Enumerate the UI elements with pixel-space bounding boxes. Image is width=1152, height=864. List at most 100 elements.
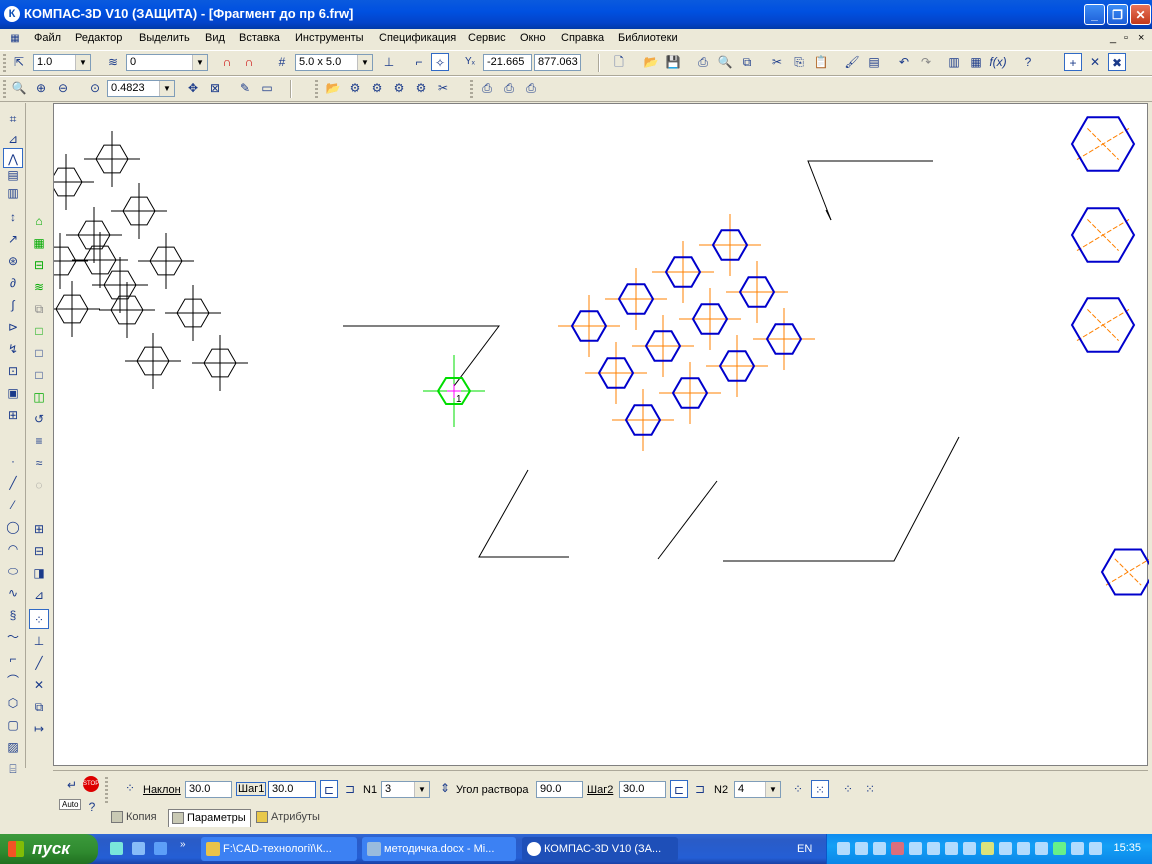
chevron-down-icon[interactable]: ▼ xyxy=(765,782,780,797)
hex-element[interactable] xyxy=(54,154,94,210)
spacing2-mode-icon[interactable]: ⊏ xyxy=(670,780,688,798)
close-button[interactable]: ✕ xyxy=(1130,4,1151,25)
grid-nodes-icon[interactable]: ⁘ xyxy=(789,780,807,798)
hex-element[interactable] xyxy=(585,342,647,404)
mdi-restore-icon[interactable]: ▫ xyxy=(1124,32,1128,44)
point-snap-icon[interactable]: + xyxy=(1064,53,1082,71)
tool-2-icon[interactable]: ↗ xyxy=(3,229,23,249)
shag2-field[interactable]: 30.0 xyxy=(619,781,666,798)
trim-icon[interactable]: ≡ xyxy=(29,431,49,451)
ellipse-icon[interactable]: ⬭ xyxy=(3,561,23,581)
hex-element[interactable] xyxy=(54,281,100,337)
maximize-button[interactable]: ❐ xyxy=(1107,4,1128,25)
hex-element[interactable] xyxy=(66,207,122,263)
tool-8-icon[interactable]: ⊡ xyxy=(3,361,23,381)
tool-d-icon[interactable]: ⊿ xyxy=(29,585,49,605)
tool-h-icon[interactable]: ⧉ xyxy=(29,697,49,717)
point-icon[interactable]: · xyxy=(3,451,23,471)
drawing-svg[interactable]: 1 xyxy=(54,104,1149,767)
hex-element[interactable] xyxy=(652,241,714,303)
tool-4-icon[interactable]: ∂ xyxy=(3,273,23,293)
properties-icon[interactable]: ▤ xyxy=(865,53,883,71)
hex-element[interactable] xyxy=(111,183,167,239)
chevron-down-icon[interactable]: ▼ xyxy=(414,782,429,797)
coord-x-field[interactable]: -21.665 xyxy=(483,54,532,71)
tray-icon-12[interactable] xyxy=(1035,842,1048,855)
menu-window[interactable]: Окно xyxy=(520,32,546,44)
undo-icon[interactable]: ↶ xyxy=(895,53,913,71)
ortho-icon[interactable]: ⌐ xyxy=(410,53,428,71)
rotate-icon[interactable]: ▦ xyxy=(29,233,49,253)
refresh-icon[interactable]: ✎ xyxy=(236,79,254,97)
drawing-canvas[interactable]: 1 xyxy=(53,103,1149,767)
tool-9-icon[interactable]: ▣ xyxy=(3,383,23,403)
deform-icon[interactable]: ↺ xyxy=(29,409,49,429)
tool-5-icon[interactable]: ∫ xyxy=(3,295,23,315)
print-tool-icon-3[interactable]: ⎙ xyxy=(522,79,540,97)
hex-element[interactable] xyxy=(612,389,674,451)
hex-element[interactable] xyxy=(699,214,761,276)
tab-attributes[interactable]: Атрибуты xyxy=(253,809,324,826)
hex-element[interactable] xyxy=(558,295,620,357)
task-kompas[interactable]: КОМПАС-3D V10 (ЗА... xyxy=(522,837,678,861)
curve-icon[interactable]: § xyxy=(3,605,23,625)
zoom-scale-icon[interactable]: ⊙ xyxy=(86,79,104,97)
shield-icon[interactable] xyxy=(1017,842,1030,855)
menu-service[interactable]: Сервис xyxy=(468,32,506,44)
library-icon-4[interactable]: ⚙ xyxy=(412,79,430,97)
menu-libraries[interactable]: Библиотеки xyxy=(618,32,678,44)
tray-icon-10[interactable] xyxy=(999,842,1012,855)
flag-icon[interactable] xyxy=(891,842,904,855)
hex-element[interactable] xyxy=(1070,116,1136,172)
start-button[interactable]: пуск xyxy=(0,834,98,864)
volume-icon[interactable] xyxy=(1071,842,1084,855)
polyline-icon[interactable]: 〜 xyxy=(3,627,23,647)
format-painter-icon[interactable]: 🖌 xyxy=(843,53,861,71)
tool-g-icon[interactable]: ✕ xyxy=(29,675,49,695)
tool-i-icon[interactable]: ↦ xyxy=(29,719,49,739)
library-icon-2[interactable]: ⚙ xyxy=(368,79,386,97)
intersection-snap-icon[interactable]: ✖ xyxy=(1108,53,1126,71)
tool-a-icon[interactable]: ⊞ xyxy=(29,519,49,539)
hex-element[interactable] xyxy=(706,335,768,397)
magnet-snap-icon[interactable]: ∩ xyxy=(240,53,258,71)
spacing2-mode-alt-icon[interactable]: ⊐ xyxy=(691,780,709,798)
menu-file[interactable]: Файл xyxy=(34,32,61,44)
grid-fill-icon[interactable]: ⁙ xyxy=(861,780,879,798)
tray-icon-9[interactable] xyxy=(981,842,994,855)
grid-border-icon[interactable]: ⁘ xyxy=(839,780,857,798)
spacing-mode-alt-icon[interactable]: ⊐ xyxy=(341,780,359,798)
fit-all-icon[interactable]: ⊠ xyxy=(206,79,224,97)
magnet-icon[interactable]: ∩ xyxy=(218,53,236,71)
tray-icon-6[interactable] xyxy=(927,842,940,855)
local-cs-icon[interactable]: ⊥ xyxy=(380,53,398,71)
hex-element[interactable] xyxy=(125,333,181,389)
function-icon[interactable]: f(x) xyxy=(989,53,1007,71)
copy-tool-icon[interactable]: ⧉ xyxy=(29,299,49,319)
tool-c-icon[interactable]: ◨ xyxy=(29,563,49,583)
hex-element[interactable] xyxy=(1100,548,1149,596)
redo-icon[interactable]: ↷ xyxy=(917,53,935,71)
chevron-down-icon[interactable]: ▼ xyxy=(192,55,207,70)
copy-along-curve-icon[interactable]: □ xyxy=(29,321,49,341)
tool-3-icon[interactable]: ⊛ xyxy=(3,251,23,271)
scale-tool-icon[interactable]: ⊟ xyxy=(29,255,49,275)
parametrization-icon[interactable]: ▤ xyxy=(3,165,23,185)
hex-element[interactable] xyxy=(726,261,788,323)
hex-element[interactable] xyxy=(1070,207,1136,263)
layers-icon[interactable]: ≋ xyxy=(104,53,122,71)
hex-element[interactable] xyxy=(605,268,667,330)
print-icon[interactable]: ⎙ xyxy=(694,53,712,71)
print-tool-icon-1[interactable]: ⎙ xyxy=(478,79,496,97)
layer-combo[interactable]: 0 ▼ xyxy=(126,54,208,71)
toolbar-grip[interactable] xyxy=(315,80,318,98)
copy-icon[interactable]: ⎘ xyxy=(790,53,808,71)
spline-icon[interactable]: ∿ xyxy=(3,583,23,603)
line-icon[interactable]: ╱ xyxy=(3,473,23,493)
tool-e-icon[interactable]: ⊥ xyxy=(29,631,49,651)
move-icon[interactable]: ⌂ xyxy=(29,211,49,231)
copy-array-icon[interactable]: ⁘ xyxy=(29,609,49,629)
rectangle-icon[interactable]: ▢ xyxy=(3,715,23,735)
chamfer-icon[interactable]: ⌐ xyxy=(3,649,23,669)
export-icon[interactable]: ⧉ xyxy=(738,53,756,71)
